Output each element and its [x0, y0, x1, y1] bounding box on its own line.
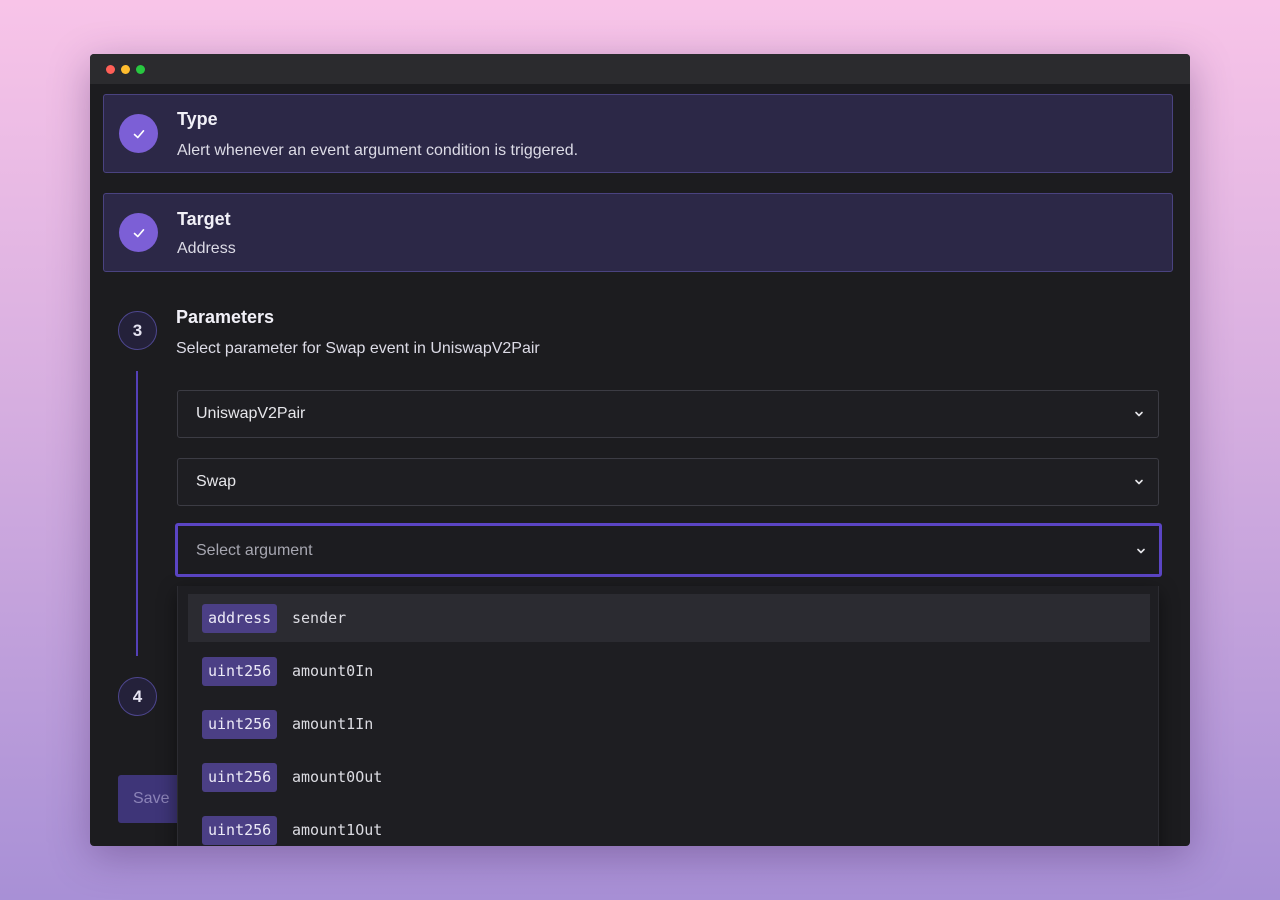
argument-name: amount1Out: [292, 821, 383, 839]
alert-wizard: Type Alert whenever an event argument co…: [90, 84, 1190, 846]
contract-select-value: UniswapV2Pair: [196, 405, 306, 422]
type-badge: uint256: [202, 763, 278, 792]
parameters-subtitle: Select parameter for Swap event in Unisw…: [176, 340, 540, 357]
close-window-button[interactable]: [106, 65, 115, 74]
app-window: Type Alert whenever an event argument co…: [90, 54, 1190, 846]
step-type-card[interactable]: Type Alert whenever an event argument co…: [103, 94, 1173, 173]
step-connector-line: [136, 371, 138, 656]
step-subtitle: Address: [177, 240, 236, 257]
step-number-badge: 4: [118, 677, 157, 716]
argument-dropdown-list: address sender uint256 amount0In uint256…: [177, 586, 1159, 846]
argument-select-placeholder: Select argument: [196, 542, 313, 559]
step-subtitle: Alert whenever an event argument conditi…: [177, 142, 579, 159]
argument-name: sender: [292, 609, 347, 627]
step-title: Target: [177, 209, 231, 229]
check-icon: [133, 228, 144, 237]
type-badge: uint256: [202, 710, 278, 739]
argument-option[interactable]: address sender: [188, 594, 1150, 642]
parameters-title: Parameters: [176, 307, 275, 327]
event-select-value: Swap: [196, 473, 237, 490]
event-select[interactable]: Swap: [177, 458, 1159, 506]
step-number-badge: 3: [118, 311, 157, 350]
argument-select[interactable]: Select argument: [175, 523, 1162, 577]
chevron-down-icon: [1137, 548, 1145, 554]
type-badge: uint256: [202, 816, 278, 845]
chevron-down-icon: [1135, 479, 1143, 485]
argument-option[interactable]: uint256 amount1Out: [188, 806, 1150, 846]
type-badge: uint256: [202, 657, 278, 686]
step-complete-badge: [119, 213, 158, 252]
argument-option[interactable]: uint256 amount0In: [188, 647, 1150, 695]
title-bar: [90, 54, 1190, 84]
type-badge: address: [202, 604, 278, 633]
step-target-card[interactable]: Target Address: [103, 193, 1173, 272]
maximize-window-button[interactable]: [136, 65, 145, 74]
chevron-down-icon: [1135, 411, 1143, 417]
step-title: Type: [177, 109, 218, 129]
argument-option[interactable]: uint256 amount0Out: [188, 753, 1150, 801]
save-button[interactable]: Save: [118, 775, 182, 823]
step-complete-badge: [119, 114, 158, 153]
contract-select[interactable]: UniswapV2Pair: [177, 390, 1159, 438]
argument-name: amount0In: [292, 662, 374, 680]
argument-option[interactable]: uint256 amount1In: [188, 700, 1150, 748]
argument-name: amount1In: [292, 715, 374, 733]
minimize-window-button[interactable]: [121, 65, 130, 74]
check-icon: [133, 129, 144, 138]
argument-name: amount0Out: [292, 768, 383, 786]
